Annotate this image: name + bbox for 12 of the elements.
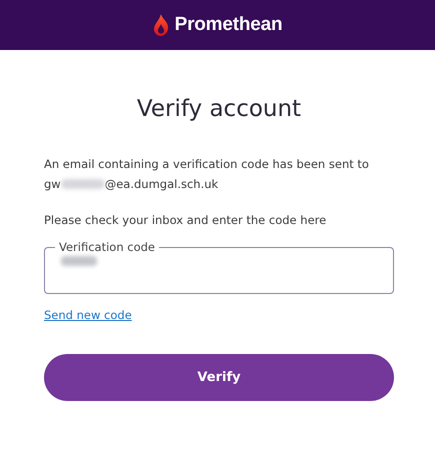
send-new-code-link[interactable]: Send new code [44,308,132,322]
redacted-value [61,256,97,266]
page-title: Verify account [136,96,302,122]
instruction-text: Please check your inbox and enter the code here [44,212,328,229]
brand-name: Promethean [174,14,282,36]
redacted-text [60,179,105,189]
email-domain: @ea.dumgal.sch.uk [104,176,218,193]
verify-button[interactable]: Verify [44,354,394,401]
verification-code-field[interactable]: Verification code [44,240,394,294]
message-text: An email containing a verification code has been sent to [44,156,370,173]
email-start: gw [44,176,61,193]
flame-icon [152,14,169,36]
